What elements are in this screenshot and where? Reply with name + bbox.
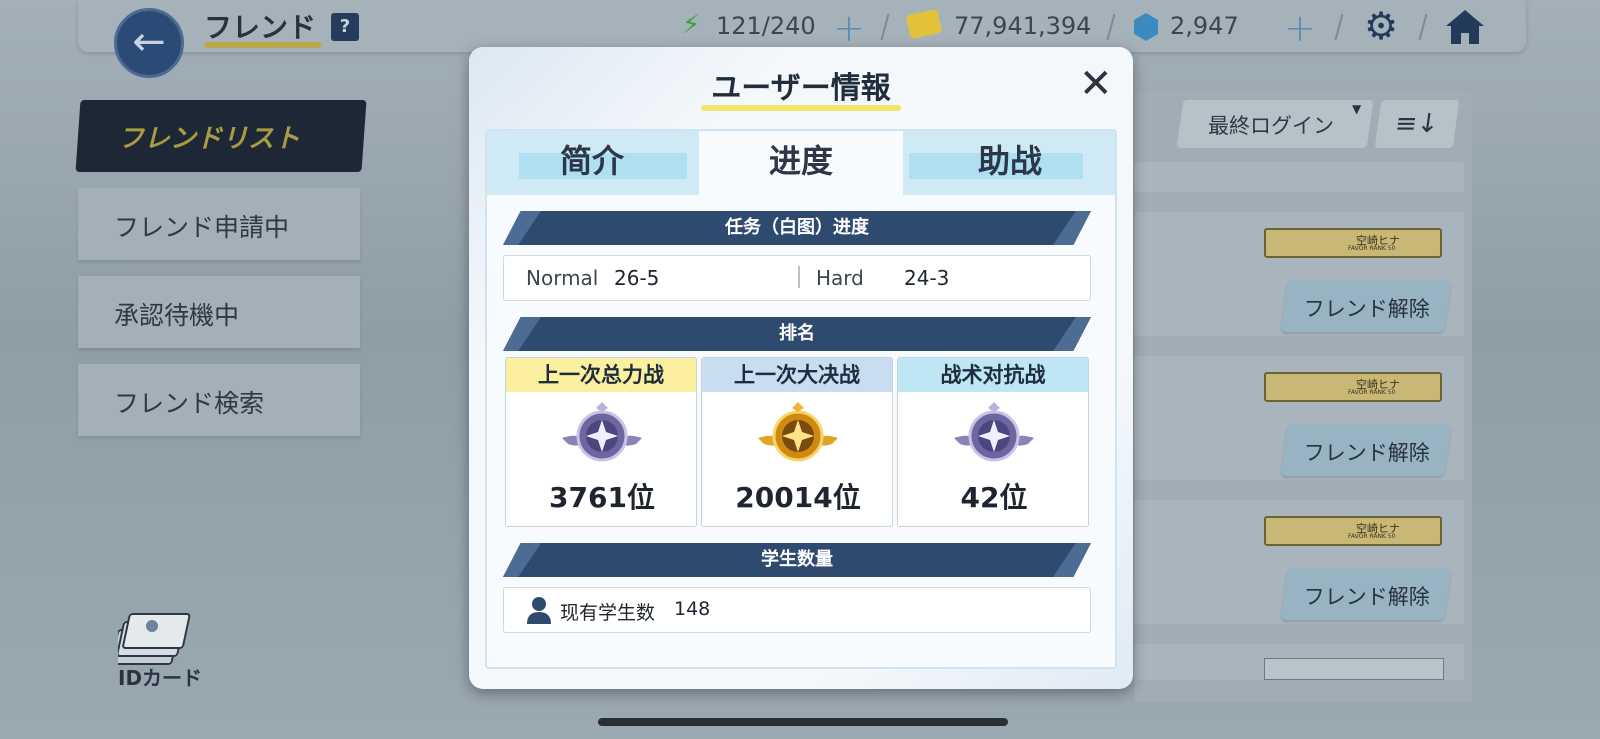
sidebar-item-label: フレンド申請中 — [114, 213, 290, 242]
ap-plus-button[interactable]: + — [833, 6, 865, 50]
sidebar-item-label: フレンド検索 — [114, 389, 265, 418]
divider — [798, 266, 800, 288]
ap-bolt-icon: ⚡ — [682, 10, 701, 40]
user-info-modal: ユーザー情報 ✕ 简介 进度 助战 任务（白图）进度 Normal 26-5 H… — [469, 47, 1133, 689]
normal-value: 26-5 — [614, 266, 660, 290]
tab-support[interactable]: 助战 — [905, 131, 1115, 195]
gold-emblem-icon — [758, 402, 838, 462]
silver-emblem-icon — [954, 402, 1034, 462]
sort-label: 最終ログイン — [1208, 114, 1334, 138]
dropdown-triangle-icon: ▼ — [1352, 102, 1362, 116]
tab-progress[interactable]: 进度 — [699, 131, 903, 197]
modal-title: ユーザー情報 — [711, 71, 891, 106]
title-underline — [204, 42, 322, 48]
tab-intro[interactable]: 简介 — [487, 131, 697, 195]
back-button[interactable]: ← — [114, 8, 184, 78]
student-person-icon — [527, 597, 551, 624]
unfriend-button[interactable]: フレンド解除 — [1280, 568, 1452, 620]
students-value: 148 — [674, 598, 711, 620]
sidebar-item-requests[interactable]: フレンド申請中 — [78, 188, 360, 260]
rank-card-total-assault: 上一次总力战 3761位 — [505, 357, 697, 527]
home-icon[interactable] — [1444, 8, 1486, 46]
hard-label: Hard — [816, 266, 864, 290]
silver-emblem-icon — [562, 402, 642, 462]
ranking-section-header: 排名 — [503, 317, 1091, 351]
credits-value: 77,941,394 — [954, 12, 1092, 40]
home-indicator — [598, 718, 1008, 726]
tab-bar: 简介 进度 助战 — [487, 131, 1115, 197]
rank-value: 20014位 — [735, 481, 861, 514]
progress-section-header: 任务（白图）进度 — [503, 211, 1091, 245]
sidebar-item-label: 承認待機中 — [114, 301, 240, 330]
normal-label: Normal — [526, 266, 599, 290]
sidebar-item-search[interactable]: フレンド検索 — [78, 364, 360, 436]
sidebar-item-friend-list[interactable]: フレンドリスト — [118, 118, 300, 155]
gems-plus-button[interactable]: + — [1284, 6, 1316, 50]
favor-badge: 空崎ヒナ FAVOR RANK 50 — [1264, 228, 1442, 258]
list-item — [1134, 162, 1464, 192]
favor-badge: 空崎ヒナ FAVOR RANK 50 — [1264, 372, 1442, 402]
help-button[interactable]: ? — [331, 13, 359, 41]
sidebar-item-pending[interactable]: 承認待機中 — [78, 276, 360, 348]
modal-content: 简介 进度 助战 任务（白图）进度 Normal 26-5 Hard 24-3 … — [485, 129, 1117, 669]
unfriend-button[interactable]: フレンド解除 — [1280, 280, 1452, 332]
unfriend-button[interactable]: フレンド解除 — [1280, 424, 1452, 476]
page-title: フレンド — [204, 11, 317, 44]
students-box: 现有学生数 148 — [503, 587, 1091, 633]
rank-card-title: 战术对抗战 — [898, 358, 1088, 392]
gems-value: 2,947 — [1170, 12, 1239, 40]
rank-card-tactical-challenge: 战术对抗战 42位 — [897, 357, 1089, 527]
rank-value: 42位 — [960, 481, 1028, 514]
settings-gear-icon[interactable]: ⚙ — [1364, 4, 1398, 48]
students-section-header: 学生数量 — [503, 543, 1091, 577]
ap-value: 121/240 — [716, 12, 816, 40]
rank-value: 3761位 — [549, 481, 655, 514]
rank-card-title: 上一次总力战 — [506, 358, 696, 392]
favor-badge: 空崎ヒナ FAVOR RANK 50 — [1264, 516, 1442, 546]
title-underline — [701, 105, 901, 111]
portrait-thumbnail — [1264, 658, 1444, 680]
close-icon[interactable]: ✕ — [1079, 61, 1113, 107]
rank-card-grand-assault: 上一次大决战 20014位 — [701, 357, 893, 527]
progress-box: Normal 26-5 Hard 24-3 — [503, 255, 1091, 301]
rank-card-title: 上一次大决战 — [702, 358, 892, 392]
students-label: 现有学生数 — [560, 602, 656, 624]
hard-value: 24-3 — [904, 266, 950, 290]
sort-order-button[interactable]: ≡↓ — [1374, 100, 1460, 148]
id-card-label: IDカード — [118, 666, 203, 690]
